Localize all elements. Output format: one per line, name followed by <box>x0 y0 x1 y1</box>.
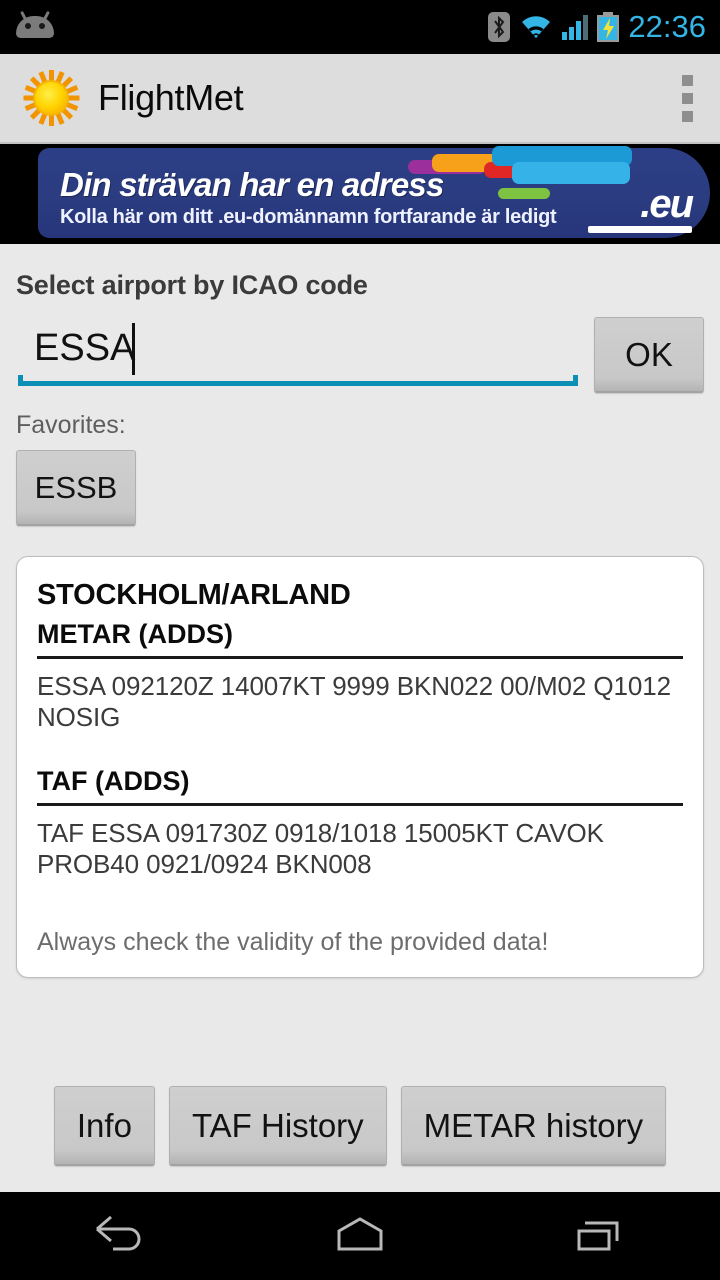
text-cursor <box>132 323 135 375</box>
favorite-airport-button[interactable]: ESSB <box>16 450 136 526</box>
weather-card: STOCKHOLM/ARLAND METAR (ADDS) ESSA 09212… <box>16 556 704 978</box>
app-screen: 22:36 FlightMet Din strävan har en adres… <box>0 0 720 1280</box>
info-button[interactable]: Info <box>53 1086 155 1166</box>
home-icon[interactable] <box>295 1192 425 1280</box>
sun-icon <box>22 69 80 127</box>
metar-history-button[interactable]: METAR history <box>400 1086 667 1166</box>
station-name: STOCKHOLM/ARLAND <box>37 579 351 611</box>
icao-input-row: OK <box>16 317 704 393</box>
android-robot-icon <box>16 10 54 40</box>
recents-icon[interactable] <box>535 1192 665 1280</box>
status-bar-icons: 22:36 <box>488 9 706 45</box>
taf-history-button[interactable]: TAF History <box>168 1086 387 1166</box>
metar-text: ESSA 092120Z 14007KT 9999 BKN022 00/M02 … <box>37 671 671 732</box>
favorites-row: ESSB <box>16 450 704 526</box>
icao-input-wrapper <box>16 317 578 389</box>
wifi-icon <box>519 14 553 40</box>
ad-eu-logo-underline <box>588 226 692 233</box>
icao-input[interactable] <box>16 317 578 379</box>
battery-charging-icon <box>597 12 620 42</box>
ad-eu-logo: .eu <box>640 182 694 226</box>
ad-headline: Din strävan har en adress <box>60 166 444 203</box>
taf-heading: TAF (ADDS) <box>37 766 683 807</box>
metar-heading: METAR (ADDS) <box>37 619 683 659</box>
validity-note: Always check the validity of the provide… <box>37 927 549 956</box>
favorites-label: Favorites: <box>16 411 126 439</box>
overflow-menu-icon[interactable] <box>672 67 702 129</box>
status-bar-notifications <box>16 10 488 40</box>
action-bar: FlightMet <box>0 54 720 144</box>
ad-ribbon-green <box>498 188 550 199</box>
android-navigation-bar <box>0 1192 720 1280</box>
status-bar: 22:36 <box>0 0 720 54</box>
main-content: Select airport by ICAO code OK Favorites… <box>0 244 720 1192</box>
cellular-signal-icon <box>562 14 589 40</box>
status-bar-clock: 22:36 <box>628 9 706 44</box>
input-underline <box>18 375 578 386</box>
page-title: FlightMet <box>98 77 244 118</box>
taf-text: TAF ESSA 091730Z 0918/1018 15005KT CAVOK… <box>37 818 604 880</box>
ad-subline: Kolla här om ditt .eu-domännamn fortfara… <box>60 206 557 228</box>
ad-ribbon-lightblue <box>512 162 630 184</box>
advertisement-banner[interactable]: Din strävan har en adress Kolla här om d… <box>0 144 720 244</box>
bluetooth-icon <box>488 12 511 42</box>
back-icon[interactable] <box>55 1192 185 1280</box>
icao-field-label: Select airport by ICAO code <box>16 270 368 300</box>
bottom-button-row: Info TAF History METAR history <box>16 1086 704 1166</box>
ok-button[interactable]: OK <box>594 317 704 393</box>
